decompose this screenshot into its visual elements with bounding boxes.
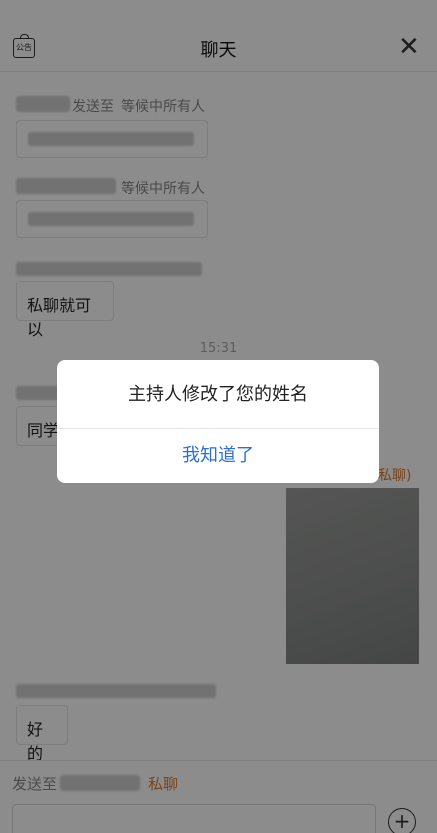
- acknowledge-button[interactable]: 我知道了: [57, 429, 379, 483]
- rename-notice-dialog: 主持人修改了您的姓名 我知道了: [57, 360, 379, 483]
- dialog-message: 主持人修改了您的姓名: [57, 360, 379, 429]
